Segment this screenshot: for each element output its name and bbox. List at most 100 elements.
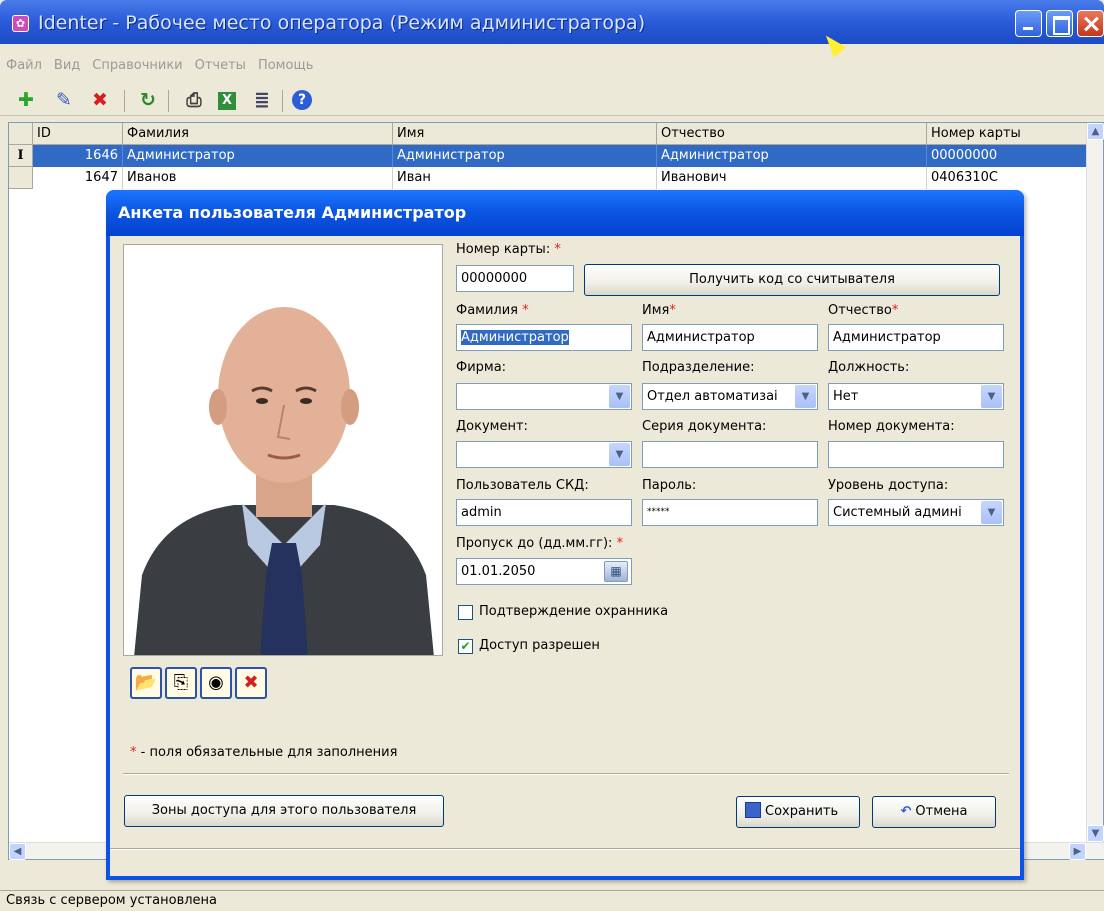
card-label: Номер карты: * <box>456 242 561 257</box>
column-header[interactable]: Отчество <box>657 123 927 145</box>
cell-first-name: Иван <box>393 167 657 189</box>
access-zones-button[interactable]: Зоны доступа для этого пользователя <box>124 795 444 827</box>
guard-confirm-label: Подтверждение охранника <box>479 604 669 619</box>
firm-label: Фирма: <box>456 360 507 375</box>
divider <box>123 773 1009 775</box>
last-name-label: Фамилия * <box>456 303 529 318</box>
password-field[interactable]: ***** <box>642 499 818 526</box>
calendar-icon[interactable]: ▦ <box>604 561 628 582</box>
skd-user-field[interactable]: admin <box>456 499 632 526</box>
add-icon[interactable]: ✚ <box>14 88 38 112</box>
cell-id: 1646 <box>33 145 123 167</box>
menu-view[interactable]: Вид <box>48 54 86 78</box>
required-note: * - поля обязательные для заполнения <box>130 745 398 760</box>
user-profile-dialog: Анкета пользователя Администратор 📂 ⎘ ◉ … <box>106 190 1024 880</box>
menu-references[interactable]: Справочники <box>86 54 188 78</box>
row-indicator: I <box>9 145 33 167</box>
last-name-field[interactable]: Администратор <box>456 324 632 351</box>
toolbar-separator <box>124 90 125 112</box>
cell-last-name: Иванов <box>123 167 393 189</box>
row-indicator <box>9 167 33 189</box>
chevron-down-icon[interactable]: ▼ <box>981 385 1002 408</box>
menu-reports[interactable]: Отчеты <box>189 54 252 78</box>
department-select[interactable]: Отдел автоматизаі ▼ <box>642 383 818 410</box>
window-title: Identer - Рабочее место оператора (Режим… <box>38 12 646 34</box>
table-row[interactable]: I 1646 Администратор Администратор Админ… <box>9 145 1087 167</box>
chevron-down-icon[interactable]: ▼ <box>609 385 630 408</box>
title-bar[interactable]: ✿ Identer - Рабочее место оператора (Реж… <box>0 0 1104 44</box>
open-folder-icon[interactable]: 📂 <box>130 667 162 699</box>
first-name-label: Имя* <box>642 303 676 318</box>
remove-photo-icon[interactable]: ✖ <box>235 667 267 699</box>
vertical-scrollbar[interactable]: ▲ ▼ <box>1086 123 1104 843</box>
cell-middle-name: Иванович <box>657 167 927 189</box>
pass-until-label: Пропуск до (дд.мм.гг): * <box>456 536 624 551</box>
position-label: Должность: <box>828 360 910 375</box>
toolbar: ✚ ✎ ✖ ↻ ⎙ X ≣ ? <box>0 86 1104 116</box>
skd-user-label: Пользователь СКД: <box>456 478 589 493</box>
chevron-down-icon[interactable]: ▼ <box>795 385 816 408</box>
password-label: Пароль: <box>642 478 697 493</box>
cell-card: 0406310C <box>927 167 1087 189</box>
refresh-icon[interactable]: ↻ <box>136 88 160 112</box>
minimize-button[interactable] <box>1015 10 1042 37</box>
doc-series-field[interactable] <box>642 441 818 468</box>
table-row[interactable]: 1647 Иванов Иван Иванович 0406310C <box>9 167 1087 189</box>
help-icon[interactable]: ? <box>292 90 312 110</box>
save-button[interactable]: Сохранить <box>736 796 860 828</box>
table-header: ID Фамилия Имя Отчество Номер карты <box>9 123 1087 145</box>
doc-number-field[interactable] <box>828 441 1004 468</box>
chevron-down-icon[interactable]: ▼ <box>981 501 1002 524</box>
camera-icon[interactable]: ◉ <box>200 667 232 699</box>
access-allowed-label: Доступ разрешен <box>479 638 600 653</box>
print-icon[interactable]: ⎙ <box>182 88 206 112</box>
cell-id: 1647 <box>33 167 123 189</box>
cancel-button[interactable]: ↶ Отмена <box>872 796 996 828</box>
app-icon: ✿ <box>12 15 29 32</box>
excel-icon[interactable]: X <box>218 92 236 110</box>
close-button[interactable] <box>1077 10 1104 37</box>
toolbar-separator <box>282 90 283 112</box>
cell-middle-name: Администратор <box>657 145 927 167</box>
first-name-field[interactable]: Администратор <box>642 324 818 351</box>
access-allowed-checkbox[interactable]: ✔ <box>458 639 473 654</box>
scroll-up-icon[interactable]: ▲ <box>1087 123 1104 140</box>
column-header[interactable]: Номер карты <box>927 123 1087 145</box>
header-indicator <box>9 123 33 145</box>
cell-first-name: Администратор <box>393 145 657 167</box>
report-icon[interactable]: ≣ <box>250 88 274 112</box>
toolbar-separator <box>168 90 169 112</box>
scroll-right-icon[interactable]: ▶ <box>1069 843 1086 860</box>
dialog-title[interactable]: Анкета пользователя Администратор <box>106 190 1024 236</box>
column-header[interactable]: Фамилия <box>123 123 393 145</box>
divider <box>110 848 1020 850</box>
read-card-button[interactable]: Получить код со считывателя <box>584 264 1000 296</box>
guard-confirm-checkbox[interactable] <box>458 605 473 620</box>
main-window: ✿ Identer - Рабочее место оператора (Реж… <box>0 0 1104 910</box>
undo-icon: ↶ <box>900 804 912 819</box>
firm-select[interactable]: ▼ <box>456 383 632 410</box>
cell-last-name: Администратор <box>123 145 393 167</box>
access-level-label: Уровень доступа: <box>828 478 949 493</box>
middle-name-field[interactable]: Администратор <box>828 324 1004 351</box>
chevron-down-icon[interactable]: ▼ <box>609 443 630 466</box>
scroll-left-icon[interactable]: ◀ <box>9 843 26 860</box>
doc-series-label: Серия документа: <box>642 419 767 434</box>
column-header[interactable]: Имя <box>393 123 657 145</box>
edit-icon[interactable]: ✎ <box>52 88 76 112</box>
document-select[interactable]: ▼ <box>456 441 632 468</box>
cell-card: 00000000 <box>927 145 1087 167</box>
scanner-icon[interactable]: ⎘ <box>165 667 197 699</box>
person-photo-icon <box>124 245 442 655</box>
delete-icon[interactable]: ✖ <box>88 88 112 112</box>
maximize-button[interactable] <box>1046 10 1073 37</box>
card-number-field[interactable]: 00000000 <box>456 265 574 292</box>
access-level-select[interactable]: Системный админі ▼ <box>828 499 1004 526</box>
menu-help[interactable]: Помощь <box>252 54 319 78</box>
column-header[interactable]: ID <box>33 123 123 145</box>
menu-file[interactable]: Файл <box>0 54 48 78</box>
doc-number-label: Номер документа: <box>828 419 955 434</box>
position-select[interactable]: Нет ▼ <box>828 383 1004 410</box>
scroll-down-icon[interactable]: ▼ <box>1087 825 1104 842</box>
document-label: Документ: <box>456 419 528 434</box>
